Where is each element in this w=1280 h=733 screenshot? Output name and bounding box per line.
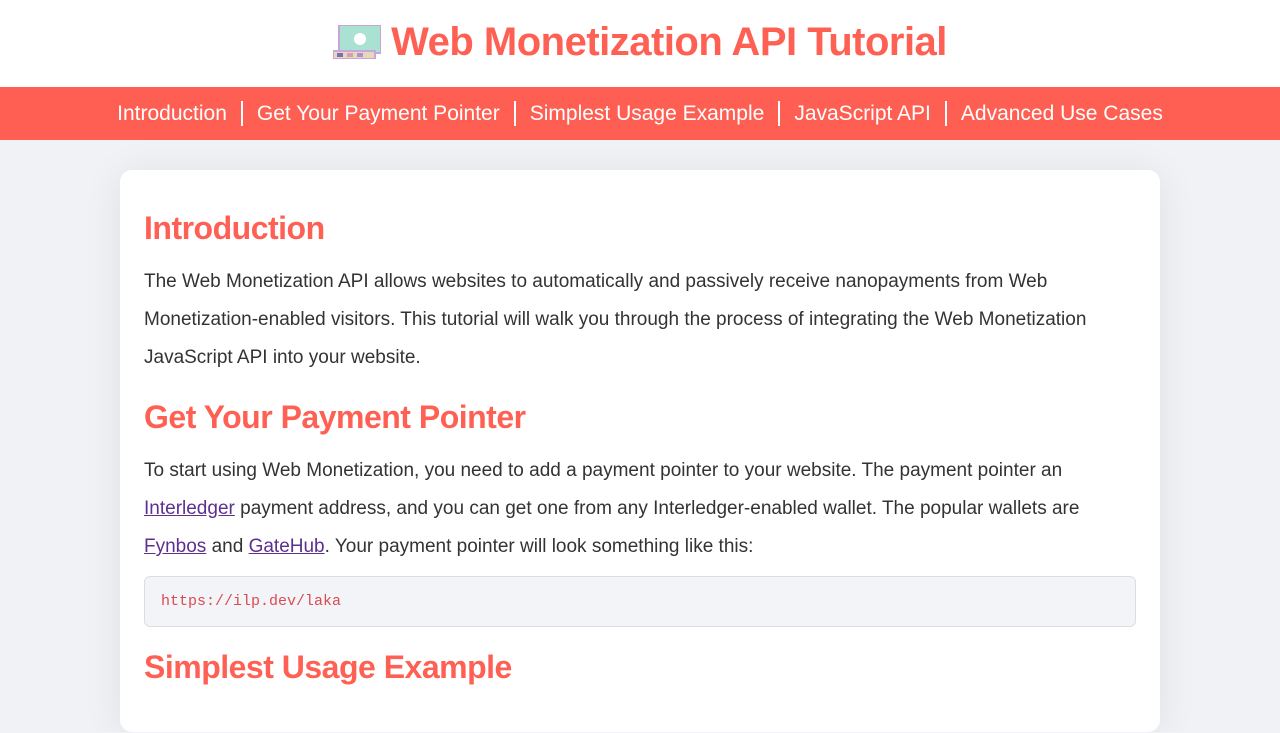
nav-advanced[interactable]: Advanced Use Cases xyxy=(947,101,1177,126)
link-fynbos[interactable]: Fynbos xyxy=(144,536,206,557)
section-heading-example: Simplest Usage Example xyxy=(144,649,1136,686)
link-gatehub[interactable]: GateHub xyxy=(249,536,325,557)
intro-body: The Web Monetization API allows websites… xyxy=(144,263,1136,377)
pointer-text-4: . Your payment pointer will look somethi… xyxy=(325,536,754,557)
nav-payment-pointer[interactable]: Get Your Payment Pointer xyxy=(243,101,516,126)
money-icon xyxy=(333,24,381,69)
section-heading-intro: Introduction xyxy=(144,210,1136,247)
pointer-text-2: payment address, and you can get one fro… xyxy=(235,498,1080,519)
pointer-text-1: To start using Web Monetization, you nee… xyxy=(144,460,1062,481)
nav-introduction[interactable]: Introduction xyxy=(103,101,243,126)
payment-pointer-code: https://ilp.dev/laka xyxy=(144,576,1136,627)
pointer-text-3: and xyxy=(206,536,248,557)
link-interledger[interactable]: Interledger xyxy=(144,498,235,519)
nav-javascript-api[interactable]: JavaScript API xyxy=(780,101,947,126)
nav-usage-example[interactable]: Simplest Usage Example xyxy=(516,101,781,126)
pointer-body: To start using Web Monetization, you nee… xyxy=(144,452,1136,566)
page-title: Web Monetization API Tutorial xyxy=(0,20,1280,69)
page-title-text: Web Monetization API Tutorial xyxy=(391,20,947,64)
page-header: Web Monetization API Tutorial xyxy=(0,0,1280,87)
section-heading-pointer: Get Your Payment Pointer xyxy=(144,399,1136,436)
content-card: Introduction The Web Monetization API al… xyxy=(120,170,1160,732)
main-nav: Introduction Get Your Payment Pointer Si… xyxy=(0,87,1280,140)
